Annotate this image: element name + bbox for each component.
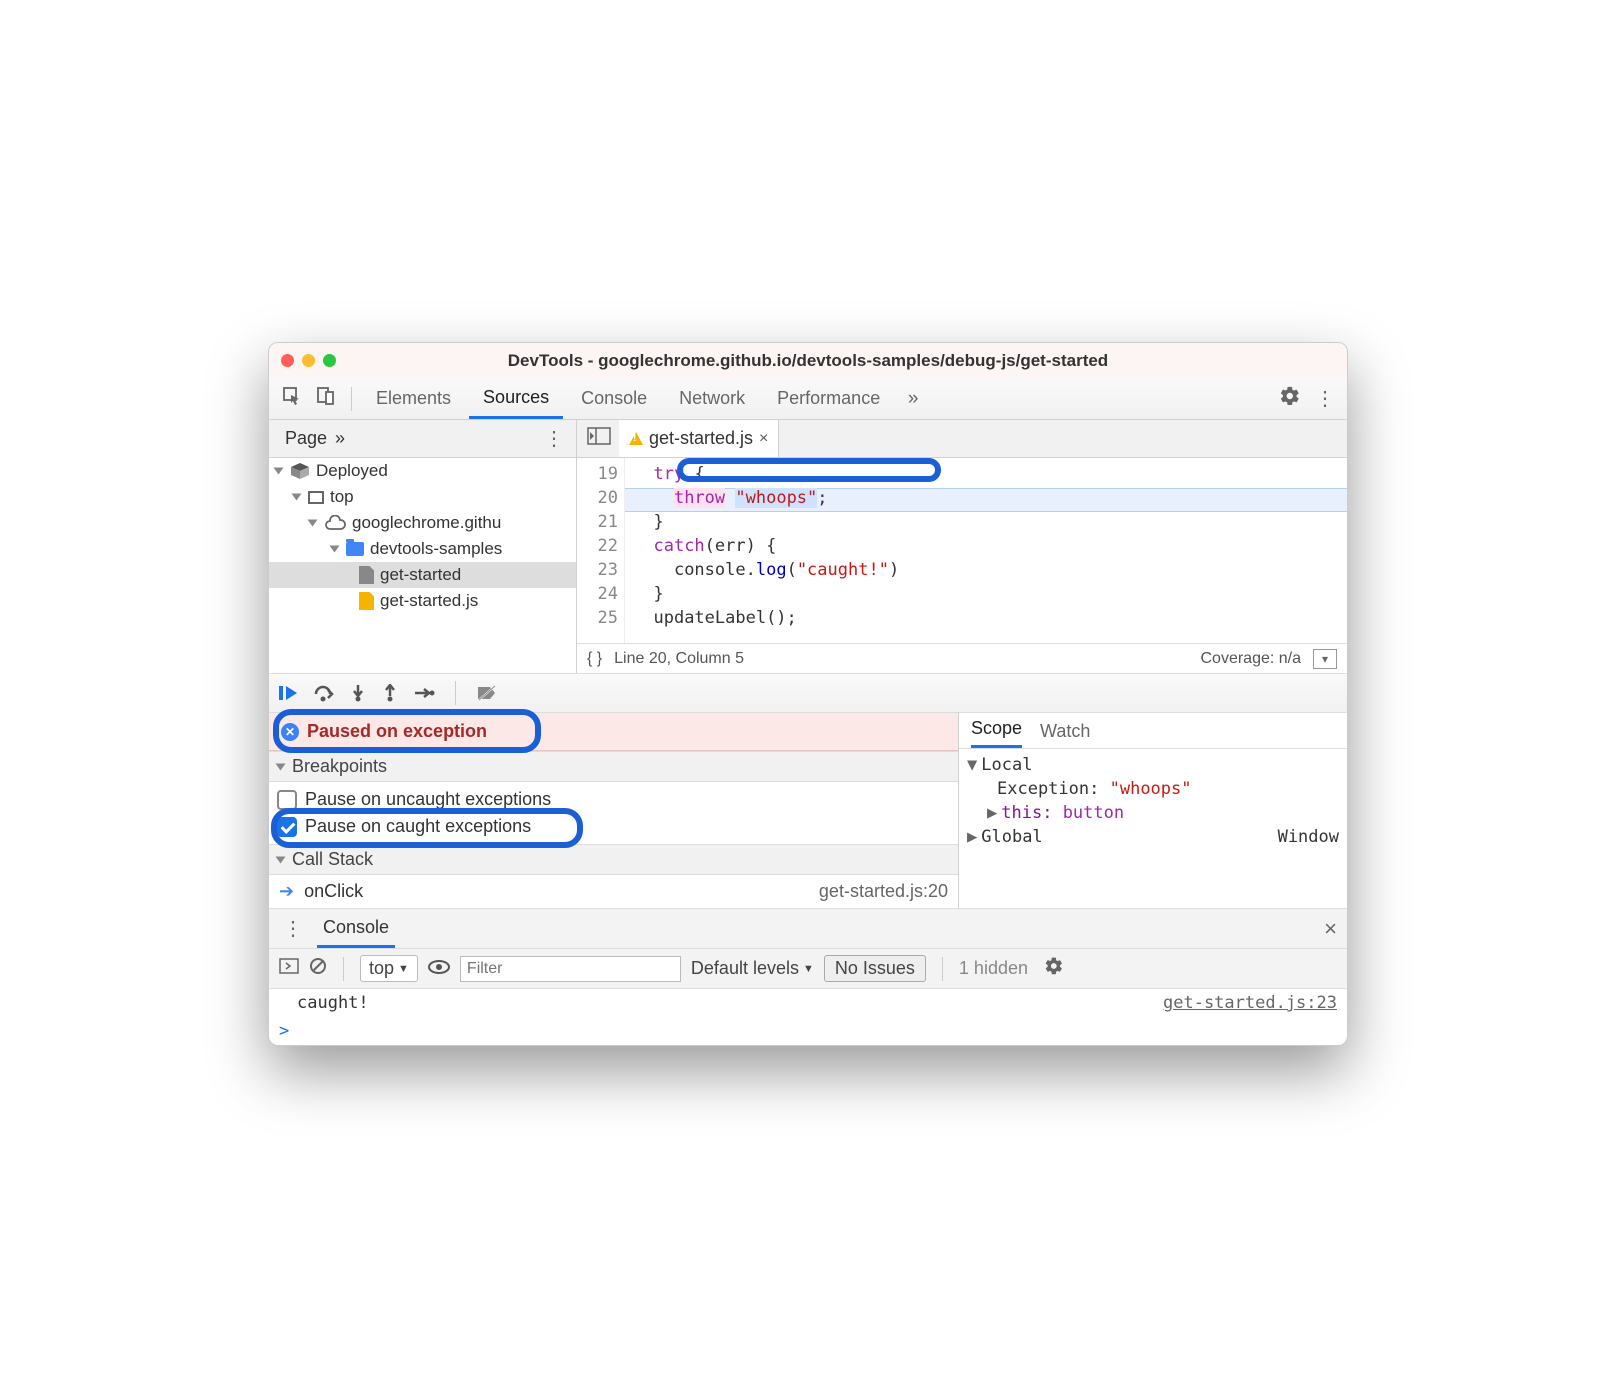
- pause-caught-checkbox[interactable]: Pause on caught exceptions: [277, 813, 950, 840]
- callstack-header[interactable]: Call Stack: [269, 844, 958, 875]
- deployed-icon: [290, 462, 310, 480]
- tab-elements[interactable]: Elements: [362, 378, 465, 419]
- log-levels-selector[interactable]: Default levels ▼: [691, 958, 814, 979]
- devtools-window: DevTools - googlechrome.github.io/devtoo…: [268, 342, 1348, 1046]
- code-editor[interactable]: 19202122232425 try { throw "whoops"; } c…: [577, 458, 1347, 643]
- paused-text: Paused on exception: [307, 721, 487, 742]
- settings-icon[interactable]: [1279, 385, 1301, 413]
- paused-banner: ✕ Paused on exception: [269, 713, 958, 751]
- scope-body: ▼Local Exception: "whoops" ▶this: button…: [959, 749, 1347, 853]
- js-file-icon: [359, 592, 374, 610]
- line-gutter: 19202122232425: [577, 458, 625, 643]
- file-tree: Deployed top googlechrome.githu devtools…: [269, 458, 577, 673]
- pause-uncaught-checkbox[interactable]: Pause on uncaught exceptions: [277, 786, 950, 813]
- warning-icon: [629, 432, 643, 445]
- tree-file-js[interactable]: get-started.js: [269, 588, 576, 614]
- tree-folder[interactable]: devtools-samples: [269, 536, 576, 562]
- console-filter-input[interactable]: [460, 956, 681, 982]
- scope-global[interactable]: ▶GlobalWindow: [967, 825, 1339, 849]
- navigator-page-tab[interactable]: Page: [277, 428, 335, 449]
- zoom-window-icon[interactable]: [323, 354, 336, 367]
- scope-local[interactable]: ▼Local: [967, 753, 1339, 777]
- frame-icon: [308, 491, 324, 504]
- drawer-menu-icon[interactable]: ⋮: [283, 916, 303, 941]
- sources-subtabs: Page » ⋮ get-started.js ×: [269, 420, 1347, 458]
- resume-icon[interactable]: [277, 684, 299, 702]
- console-toolbar: top ▼ Default levels ▼ No Issues 1 hidde…: [269, 949, 1347, 989]
- drawer-tab-console[interactable]: Console: [317, 909, 395, 948]
- debugger-panes: ✕ Paused on exception Breakpoints Pause …: [269, 713, 1347, 909]
- exception-icon: ✕: [281, 723, 299, 741]
- drawer-tabs: ⋮ Console ×: [269, 909, 1347, 949]
- navigator-menu-icon[interactable]: ⋮: [544, 426, 564, 451]
- console-prompt[interactable]: >: [269, 1017, 1347, 1045]
- stack-frame-onclick[interactable]: ➔ onClick get-started.js:20: [269, 875, 958, 908]
- minimize-window-icon[interactable]: [302, 354, 315, 367]
- folder-icon: [346, 542, 364, 556]
- tree-domain[interactable]: googlechrome.githu: [269, 510, 576, 536]
- console-sidebar-icon[interactable]: [279, 958, 299, 979]
- console-message[interactable]: caught! get-started.js:23: [269, 989, 1347, 1017]
- context-selector[interactable]: top ▼: [360, 955, 418, 982]
- step-icon[interactable]: [413, 686, 435, 700]
- window-title: DevTools - googlechrome.github.io/devtoo…: [269, 351, 1347, 371]
- tab-performance[interactable]: Performance: [763, 378, 894, 419]
- console-body: caught! get-started.js:23 >: [269, 989, 1347, 1045]
- pretty-print-icon[interactable]: { }: [587, 650, 602, 668]
- cursor-position: Line 20, Column 5: [614, 650, 744, 668]
- tab-sources[interactable]: Sources: [469, 378, 563, 419]
- tree-top[interactable]: top: [269, 484, 576, 510]
- close-drawer-icon[interactable]: ×: [1324, 916, 1337, 942]
- sources-main: Deployed top googlechrome.githu devtools…: [269, 458, 1347, 673]
- file-tab-label: get-started.js: [649, 428, 753, 449]
- scope-exception[interactable]: Exception: "whoops": [967, 777, 1339, 801]
- tab-network[interactable]: Network: [665, 378, 759, 419]
- scope-tab[interactable]: Scope: [971, 718, 1022, 748]
- step-over-icon[interactable]: [313, 684, 335, 702]
- coverage-label: Coverage: n/a: [1200, 650, 1301, 668]
- tree-deployed[interactable]: Deployed: [269, 458, 576, 484]
- cloud-icon: [324, 515, 346, 531]
- window-controls: [281, 354, 336, 367]
- file-tab-get-started-js[interactable]: get-started.js ×: [619, 420, 779, 457]
- code-lines: try { throw "whoops"; } catch(err) { con…: [625, 458, 1347, 643]
- inspect-icon[interactable]: [277, 386, 307, 412]
- console-settings-icon[interactable]: [1044, 956, 1064, 982]
- close-window-icon[interactable]: [281, 354, 294, 367]
- more-tabs-icon[interactable]: »: [898, 388, 928, 410]
- scope-this[interactable]: ▶this: button: [967, 801, 1339, 825]
- live-expression-icon[interactable]: [428, 958, 450, 979]
- close-tab-icon[interactable]: ×: [759, 430, 768, 448]
- current-frame-icon: ➔: [279, 881, 294, 902]
- issues-button[interactable]: No Issues: [824, 955, 926, 982]
- breakpoints-header[interactable]: Breakpoints: [269, 751, 958, 782]
- device-icon[interactable]: [311, 386, 341, 412]
- document-icon: [359, 566, 374, 584]
- scope-tabs: Scope Watch: [959, 713, 1347, 749]
- step-out-icon[interactable]: [381, 684, 399, 702]
- tree-file-html[interactable]: get-started: [269, 562, 576, 588]
- expand-icon[interactable]: ▾: [1313, 649, 1337, 669]
- editor-status: { } Line 20, Column 5 Coverage: n/a ▾: [577, 643, 1347, 673]
- clear-console-icon[interactable]: [309, 957, 327, 980]
- navigator-more-icon[interactable]: »: [335, 428, 345, 449]
- editor-pane: 19202122232425 try { throw "whoops"; } c…: [577, 458, 1347, 673]
- deactivate-breakpoints-icon[interactable]: [476, 684, 498, 702]
- watch-tab[interactable]: Watch: [1040, 721, 1090, 748]
- kebab-menu-icon[interactable]: ⋮: [1315, 386, 1335, 411]
- tab-console[interactable]: Console: [567, 378, 661, 419]
- toggle-navigator-icon[interactable]: [587, 427, 611, 450]
- debugger-toolbar: [269, 673, 1347, 713]
- main-tabs: Elements Sources Console Network Perform…: [269, 378, 1347, 420]
- titlebar: DevTools - googlechrome.github.io/devtoo…: [269, 343, 1347, 378]
- hidden-count: 1 hidden: [959, 958, 1028, 979]
- console-source-link[interactable]: get-started.js:23: [1163, 993, 1337, 1013]
- step-into-icon[interactable]: [349, 684, 367, 702]
